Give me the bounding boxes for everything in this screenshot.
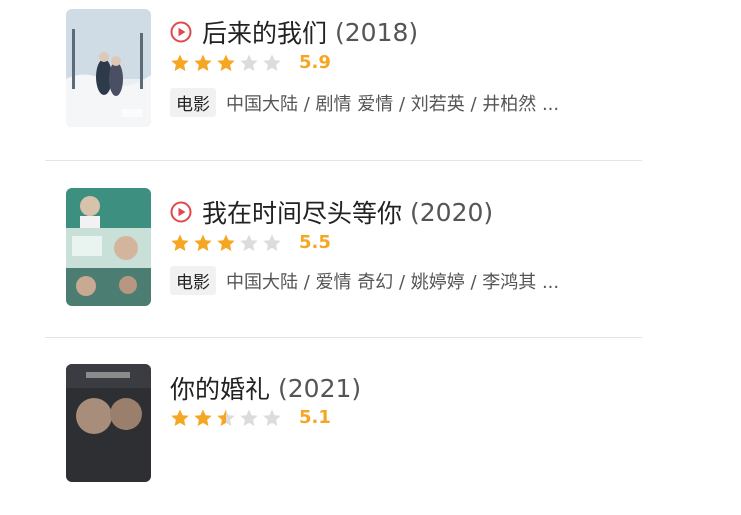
star-rating [170, 53, 285, 73]
type-badge: 电影 [170, 88, 216, 117]
star-icon [171, 234, 189, 251]
divider [45, 160, 642, 161]
movie-title[interactable]: 你的婚礼 [170, 370, 270, 406]
movie-poster[interactable] [66, 9, 151, 127]
movie-item[interactable]: 我在时间尽头等你 (2020) 5.5 电影 中国大陆 / 爱情 奇幻 / 姚婷… [0, 180, 741, 340]
star-rating [170, 408, 285, 428]
star-icon [240, 54, 258, 71]
movie-item[interactable]: 你的婚礼 (2021) 5.1 [0, 355, 741, 515]
rating-score: 5.1 [299, 407, 331, 428]
star-icon [217, 234, 235, 251]
star-icon [240, 234, 258, 251]
movie-meta: 中国大陆 / 爱情 奇幻 / 姚婷婷 / 李鸿其 ... [226, 271, 560, 293]
star-icon [171, 54, 189, 71]
star-icon [263, 54, 281, 71]
star-icon [263, 234, 281, 251]
divider [45, 337, 642, 338]
star-icon [217, 409, 235, 426]
movie-year: (2020) [410, 197, 494, 227]
star-icon [217, 54, 235, 71]
movie-title[interactable]: 后来的我们 [202, 14, 327, 50]
type-badge: 电影 [170, 266, 216, 295]
play-icon[interactable] [170, 201, 192, 223]
movie-year: (2021) [278, 373, 362, 403]
movie-item[interactable]: 后来的我们 (2018) 5.9 电影 中国大陆 / 剧情 爱情 / 刘若英 /… [0, 0, 741, 160]
movie-year: (2018) [335, 17, 419, 47]
star-icon [194, 409, 212, 426]
star-icon [171, 409, 189, 426]
movie-title[interactable]: 我在时间尽头等你 [202, 194, 402, 230]
star-icon [240, 409, 258, 426]
play-icon[interactable] [170, 21, 192, 43]
movie-meta: 中国大陆 / 剧情 爱情 / 刘若英 / 井柏然 ... [226, 93, 560, 115]
star-rating [170, 233, 285, 253]
rating-score: 5.9 [299, 52, 331, 73]
star-icon [194, 54, 212, 71]
star-icon [263, 409, 281, 426]
star-icon [194, 234, 212, 251]
movie-poster[interactable] [66, 188, 151, 306]
rating-score: 5.5 [299, 232, 331, 253]
movie-poster[interactable] [66, 364, 151, 482]
